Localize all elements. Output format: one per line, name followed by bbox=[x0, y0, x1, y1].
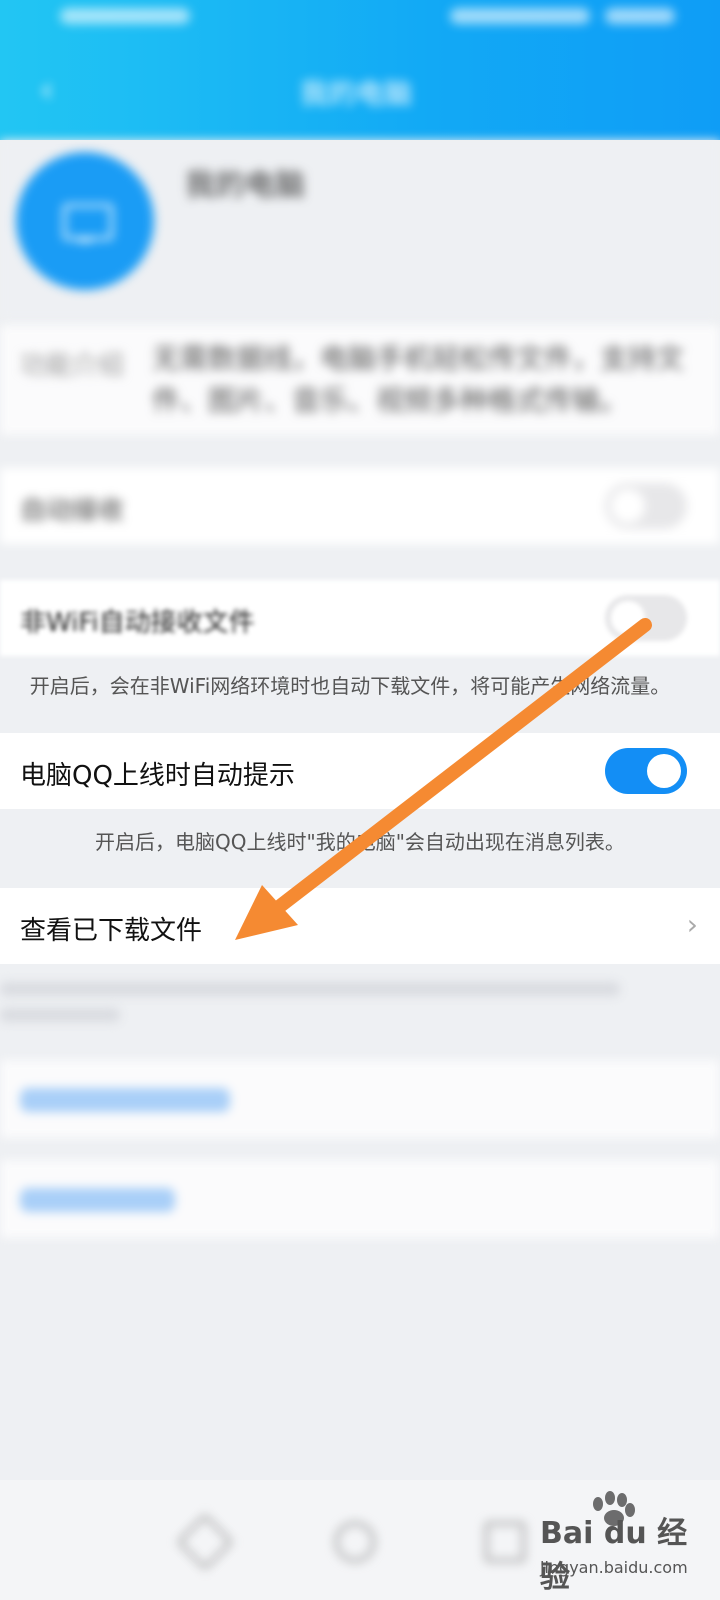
description-text: 无需数据线，电脑手机轻松传文件，支持文件、图片、音乐、视频多种格式传输。 bbox=[152, 342, 685, 417]
non-wifi-hint: 开启后，会在非WiFi网络环境时也自动下载文件，将可能产生网络流量。 bbox=[29, 674, 671, 698]
view-downloaded-files[interactable]: 查看已下载文件 › bbox=[0, 888, 720, 964]
setting-label: 电脑QQ上线时自动提示 bbox=[20, 761, 295, 791]
chevron-right-icon: › bbox=[686, 908, 698, 941]
page-title: 我的电脑 bbox=[300, 77, 413, 110]
toggle-knob bbox=[611, 601, 645, 635]
monitor-stand bbox=[78, 238, 92, 242]
avatar bbox=[16, 152, 154, 290]
description-label: 功能介绍 bbox=[20, 351, 125, 381]
device-name: 我的电脑 bbox=[185, 168, 305, 203]
status-time bbox=[605, 8, 675, 24]
pc-online-hint: 开启后，电脑QQ上线时"我的电脑"会自动出现在消息列表。 bbox=[95, 830, 625, 854]
download-path-line-2 bbox=[0, 1008, 120, 1022]
watermark-url: jingyan.baidu.com bbox=[540, 1558, 688, 1577]
recent-square-icon[interactable] bbox=[485, 1522, 525, 1562]
link-card-2[interactable] bbox=[0, 1160, 720, 1238]
setting-label: 查看已下载文件 bbox=[20, 916, 203, 946]
link-text-2 bbox=[20, 1188, 175, 1212]
home-circle-icon[interactable] bbox=[335, 1522, 375, 1562]
pc-online-toggle[interactable] bbox=[605, 748, 687, 794]
back-triangle-icon[interactable] bbox=[176, 1513, 234, 1571]
download-path bbox=[0, 982, 620, 996]
toggle-knob bbox=[647, 754, 681, 788]
chevron-left-icon[interactable]: ‹ bbox=[40, 70, 70, 110]
non-wifi-toggle[interactable] bbox=[605, 595, 687, 641]
status-bar bbox=[60, 8, 680, 40]
setting-pc-online-notify[interactable]: 电脑QQ上线时自动提示 bbox=[0, 733, 720, 809]
baidu-watermark: Bai du 经验 jingyan.baidu.com bbox=[540, 1488, 710, 1595]
link-card-1[interactable] bbox=[0, 1060, 720, 1138]
carrier-indicator bbox=[60, 8, 190, 24]
auto-receive-toggle[interactable] bbox=[605, 483, 687, 529]
app-header: ‹ 我的电脑 bbox=[0, 0, 720, 140]
toggle-knob bbox=[611, 489, 645, 523]
link-text-1 bbox=[20, 1088, 230, 1112]
setting-label: 自动接收 bbox=[20, 496, 125, 526]
status-icons bbox=[450, 8, 590, 24]
setting-label: 非WiFi自动接收文件 bbox=[20, 608, 255, 638]
setting-auto-receive[interactable]: 自动接收 bbox=[0, 468, 720, 544]
watermark-brand: Bai du 经验 bbox=[540, 1516, 688, 1595]
setting-non-wifi-receive[interactable]: 非WiFi自动接收文件 bbox=[0, 580, 720, 656]
monitor-icon bbox=[63, 204, 113, 240]
